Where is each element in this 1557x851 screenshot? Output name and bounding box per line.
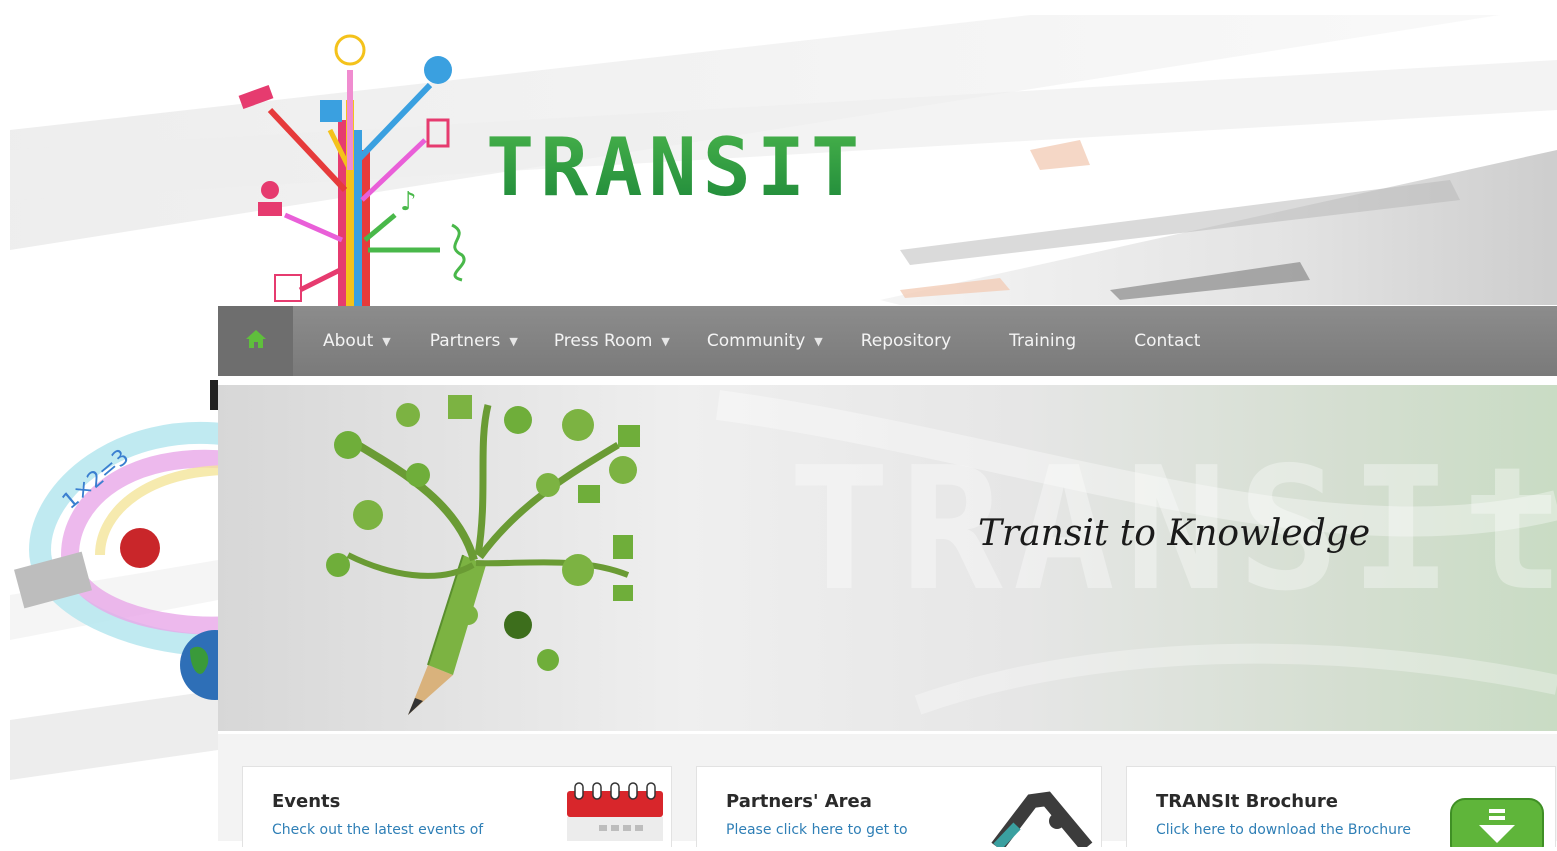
brand-wordmark[interactable]: TRANSIT bbox=[486, 128, 865, 208]
hero-banner: TRANSIt Transit to Knowledge bbox=[218, 384, 1557, 731]
lock-icon bbox=[987, 791, 1097, 851]
nav-item-label: Partners bbox=[429, 331, 501, 351]
chevron-down-icon: ▼ bbox=[509, 334, 518, 348]
nav-item-label: Repository bbox=[860, 331, 952, 351]
card-title: Partners' Area bbox=[726, 791, 872, 812]
svg-text:♪: ♪ bbox=[400, 187, 417, 217]
banner-tagline: Transit to Knowledge bbox=[978, 513, 1371, 554]
nav-item-partners[interactable]: Partners ▼ bbox=[430, 306, 518, 376]
nav-item-label: Training bbox=[1009, 331, 1077, 351]
nav-item-about[interactable]: About ▼ bbox=[323, 306, 391, 376]
chevron-down-icon: ▼ bbox=[661, 334, 670, 348]
card-brochure[interactable]: TRANSIt Brochure Click here to download … bbox=[1126, 766, 1556, 851]
nav-item-label: Contact bbox=[1134, 331, 1201, 351]
card-link[interactable]: Click here to download the Brochure bbox=[1156, 822, 1411, 838]
nav-item-repository[interactable]: Repository bbox=[861, 306, 951, 376]
card-partners-area[interactable]: Partners' Area Please click here to get … bbox=[696, 766, 1102, 851]
card-link[interactable]: Please click here to get to bbox=[726, 822, 908, 838]
pencil-tree-illustration bbox=[326, 390, 1557, 715]
card-link[interactable]: Check out the latest events of bbox=[272, 822, 483, 838]
home-button[interactable] bbox=[218, 306, 293, 376]
logo-graphic[interactable]: ♪ bbox=[230, 30, 480, 310]
nav-item-contact[interactable]: Contact bbox=[1134, 306, 1200, 376]
card-title: TRANSIt Brochure bbox=[1156, 791, 1339, 812]
download-icon[interactable] bbox=[1449, 797, 1545, 851]
features-section: Events Check out the latest events of Pa… bbox=[218, 734, 1557, 851]
orbit-graphic: 1×2=3 bbox=[0, 380, 250, 720]
card-events[interactable]: Events Check out the latest events of bbox=[242, 766, 672, 847]
card-title: Events bbox=[272, 791, 341, 812]
chevron-down-icon: ▼ bbox=[382, 334, 391, 348]
nav-item-label: About bbox=[323, 331, 374, 351]
nav-item-training[interactable]: Training bbox=[1009, 306, 1076, 376]
nav-item-label: Community bbox=[706, 331, 806, 351]
nav-item-press-room[interactable]: Press Room ▼ bbox=[554, 306, 670, 376]
main-navigation: About ▼ Partners ▼ Press Room ▼ Communit… bbox=[218, 306, 1557, 376]
nav-item-label: Press Room bbox=[553, 331, 653, 351]
nav-item-community[interactable]: Community ▼ bbox=[707, 306, 823, 376]
chevron-down-icon: ▼ bbox=[814, 334, 823, 348]
calendar-icon bbox=[565, 781, 665, 845]
home-icon bbox=[245, 329, 267, 353]
